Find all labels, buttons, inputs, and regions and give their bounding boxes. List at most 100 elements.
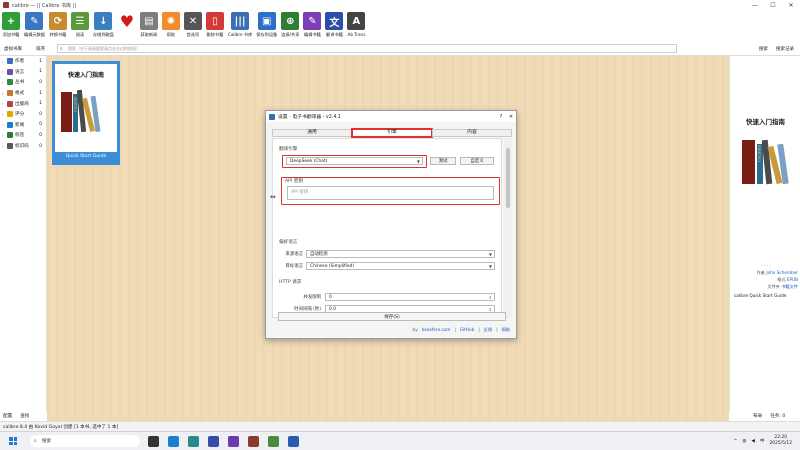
dialog-titlebar: 设置 - 电子书翻译器 - v2.4.1 ? ✕ <box>266 111 516 122</box>
custom-engine-button[interactable]: 自定义 <box>460 157 494 165</box>
chevron-right-icon[interactable]: › <box>2 122 5 127</box>
dialog-help-button[interactable]: ? <box>496 114 506 120</box>
app-icon-2[interactable] <box>208 435 219 447</box>
interval-value: 0.0 <box>329 306 336 312</box>
toolbar-label: 翻译书籍 <box>326 32 343 37</box>
sidebar-item[interactable]: › 评分 0 <box>0 109 46 120</box>
minimize-button[interactable]: — <box>746 2 764 9</box>
sidebar-item[interactable]: › 标识码 0 <box>0 141 46 152</box>
dialog-scrollbar[interactable] <box>504 138 512 318</box>
start-button[interactable] <box>6 434 20 448</box>
toolbar-button-save-disk[interactable]: ↓ 存储到磁盘 <box>93 10 114 38</box>
chevron-right-icon[interactable]: › <box>2 133 5 138</box>
configure-button[interactable]: 配置 <box>3 413 12 419</box>
toolbar-button-translate-book[interactable]: 文翻译书籍 <box>325 10 344 38</box>
volume-icon[interactable]: ◀ <box>751 439 755 444</box>
layout-button[interactable]: 布局 <box>753 413 762 419</box>
sidebar-item-label: 作者 <box>15 59 25 65</box>
toolbar-button-add-book[interactable]: + 添加书籍 <box>2 10 20 38</box>
footer-link-donate[interactable]: 捐助 <box>502 327 510 333</box>
toolbar-button-fetch-news[interactable]: ▤ 获取新闻 <box>139 10 158 38</box>
toolbar-button-read-book[interactable]: ☰ 阅读 <box>70 10 89 38</box>
calibre-taskbar-icon[interactable] <box>248 435 259 447</box>
details-cover[interactable]: 快速入门指南 CALIBRE <box>730 110 800 256</box>
close-button[interactable]: ✕ <box>782 2 800 9</box>
find-button[interactable]: 查找 <box>20 413 29 419</box>
footer-link-feedback[interactable]: 反馈 <box>484 327 492 333</box>
help-icon: ✺ <box>161 12 180 30</box>
path-link[interactable]: 书籍文件 <box>781 284 798 289</box>
footer-link-github[interactable]: GitHub <box>460 327 475 333</box>
tab-engine[interactable]: 引擎 <box>351 128 433 138</box>
tray-up-icon[interactable]: ^ <box>733 439 737 444</box>
clock[interactable]: 22:20 2025/5/12 <box>769 435 792 447</box>
chevron-right-icon[interactable]: › <box>2 69 5 74</box>
chevron-right-icon[interactable]: › <box>2 101 5 106</box>
dialog-close-button[interactable]: ✕ <box>506 114 516 120</box>
target-language-select[interactable]: Chinese (Simplified) ▼ <box>306 262 495 270</box>
sidebar-item[interactable]: › 出版商 1 <box>0 98 46 109</box>
tag-browser: › 作者 1 › 语言 1 › 丛书 0 › 格式 1 › 出版商 1 › 评分 0 › 新闻 0 › 标签 0 › 标识码 0 <box>0 56 47 411</box>
app-icon-5[interactable] <box>288 435 299 447</box>
book-cell-selected[interactable]: 快速入门指南 CALIBRE Quick Start Guide <box>52 61 120 165</box>
maximize-button[interactable]: ☐ <box>764 2 782 9</box>
chevron-right-icon[interactable]: › <box>2 80 5 85</box>
apikey-input[interactable]: API 密钥 <box>287 186 494 200</box>
sidebar-item[interactable]: › 丛书 0 <box>0 77 46 88</box>
virtual-library-button[interactable]: 虚拟书库 <box>4 46 22 52</box>
author-link[interactable]: John Schember <box>766 270 798 275</box>
save-button[interactable]: 保存(S) <box>278 312 506 321</box>
saved-search-button[interactable]: 搜索记录 <box>776 46 794 52</box>
toolbar-button-connect-share[interactable]: ⊕ 连接/共享 <box>281 10 299 38</box>
sidebar-item-count: 1 <box>39 90 42 96</box>
app-icon-1[interactable] <box>188 435 199 447</box>
stepper-icon[interactable]: ⇕ <box>489 295 492 300</box>
sort-button[interactable]: 排序 <box>36 46 45 52</box>
sidebar-item[interactable]: › 作者 1 <box>0 56 46 67</box>
network-icon[interactable]: ◍ <box>742 439 746 444</box>
taskbar-search[interactable]: ⌕ 搜索 <box>30 435 140 447</box>
source-language-select[interactable]: 自动检测 ▼ <box>306 250 495 258</box>
concurrency-input[interactable]: 0 ⇕ <box>325 293 495 301</box>
toolbar-button-send-device[interactable]: ▣ 保存到设备 <box>256 10 277 38</box>
sidebar-item-count: 0 <box>39 111 42 117</box>
toolbar-button-convert-books[interactable]: ⟳ 转换书籍 <box>48 10 67 38</box>
author-key: 作者 <box>756 270 765 275</box>
format-link[interactable]: EPUB <box>787 277 798 282</box>
app-icon-4[interactable] <box>268 435 279 447</box>
sidebar-item[interactable]: › 语言 1 <box>0 67 46 78</box>
app-icon-3[interactable] <box>228 435 239 447</box>
chevron-right-icon[interactable]: › <box>2 112 5 117</box>
footer-link-site[interactable]: bookfere.com <box>422 327 451 333</box>
tab-general[interactable]: 通用 <box>272 129 352 137</box>
search-input[interactable]: ⌕ 搜索（对于高级搜索请点击左边的按钮） <box>57 44 677 53</box>
toolbar-button-preferences[interactable]: ✕ 首选项 <box>183 10 202 38</box>
chevron-right-icon[interactable]: › <box>2 59 5 64</box>
sidebar-item-count: 0 <box>39 132 42 138</box>
toolbar-button-edit-metadata[interactable]: ✎ 编辑元数据 <box>24 10 45 38</box>
toolbar-button-ab-trans[interactable]: A Ab Trans <box>347 10 366 37</box>
ime-indicator[interactable]: 中 <box>760 438 765 444</box>
engine-select[interactable]: DeepSeek (Chat) ▼ <box>286 157 423 165</box>
task-view-icon[interactable] <box>148 435 159 447</box>
toolbar-button-help[interactable]: ✺ 帮助 <box>161 10 180 38</box>
toolbar-button-library[interactable]: ||| Calibre 书库 <box>228 10 252 38</box>
toolbar-label: 保存到设备 <box>256 32 278 37</box>
apikey-placeholder: API 密钥 <box>291 190 309 195</box>
toolbar-button-edit-book[interactable]: ✎ 编辑书籍 <box>303 10 322 38</box>
search-button[interactable]: 搜索 <box>759 46 768 52</box>
edge-icon[interactable] <box>168 435 179 447</box>
stepper-icon[interactable]: ⇕ <box>489 307 492 312</box>
scrollbar-thumb[interactable] <box>506 148 510 208</box>
sidebar-item[interactable]: › 格式 1 <box>0 88 46 99</box>
sidebar-item[interactable]: › 标签 0 <box>0 130 46 141</box>
jobs-indicator[interactable]: 任务: 0 <box>770 413 785 419</box>
chevron-right-icon[interactable]: › <box>2 91 5 96</box>
sidebar-item[interactable]: › 新闻 0 <box>0 120 46 131</box>
category-icon <box>7 143 13 150</box>
chevron-right-icon[interactable]: › <box>2 144 5 149</box>
toolbar-button-heart[interactable]: ♥ <box>118 10 136 32</box>
test-button[interactable]: 测试 <box>430 157 456 165</box>
tab-content[interactable]: 内容 <box>432 129 512 137</box>
toolbar-button-remove-books[interactable]: ▯ 删除书籍 <box>205 10 224 38</box>
